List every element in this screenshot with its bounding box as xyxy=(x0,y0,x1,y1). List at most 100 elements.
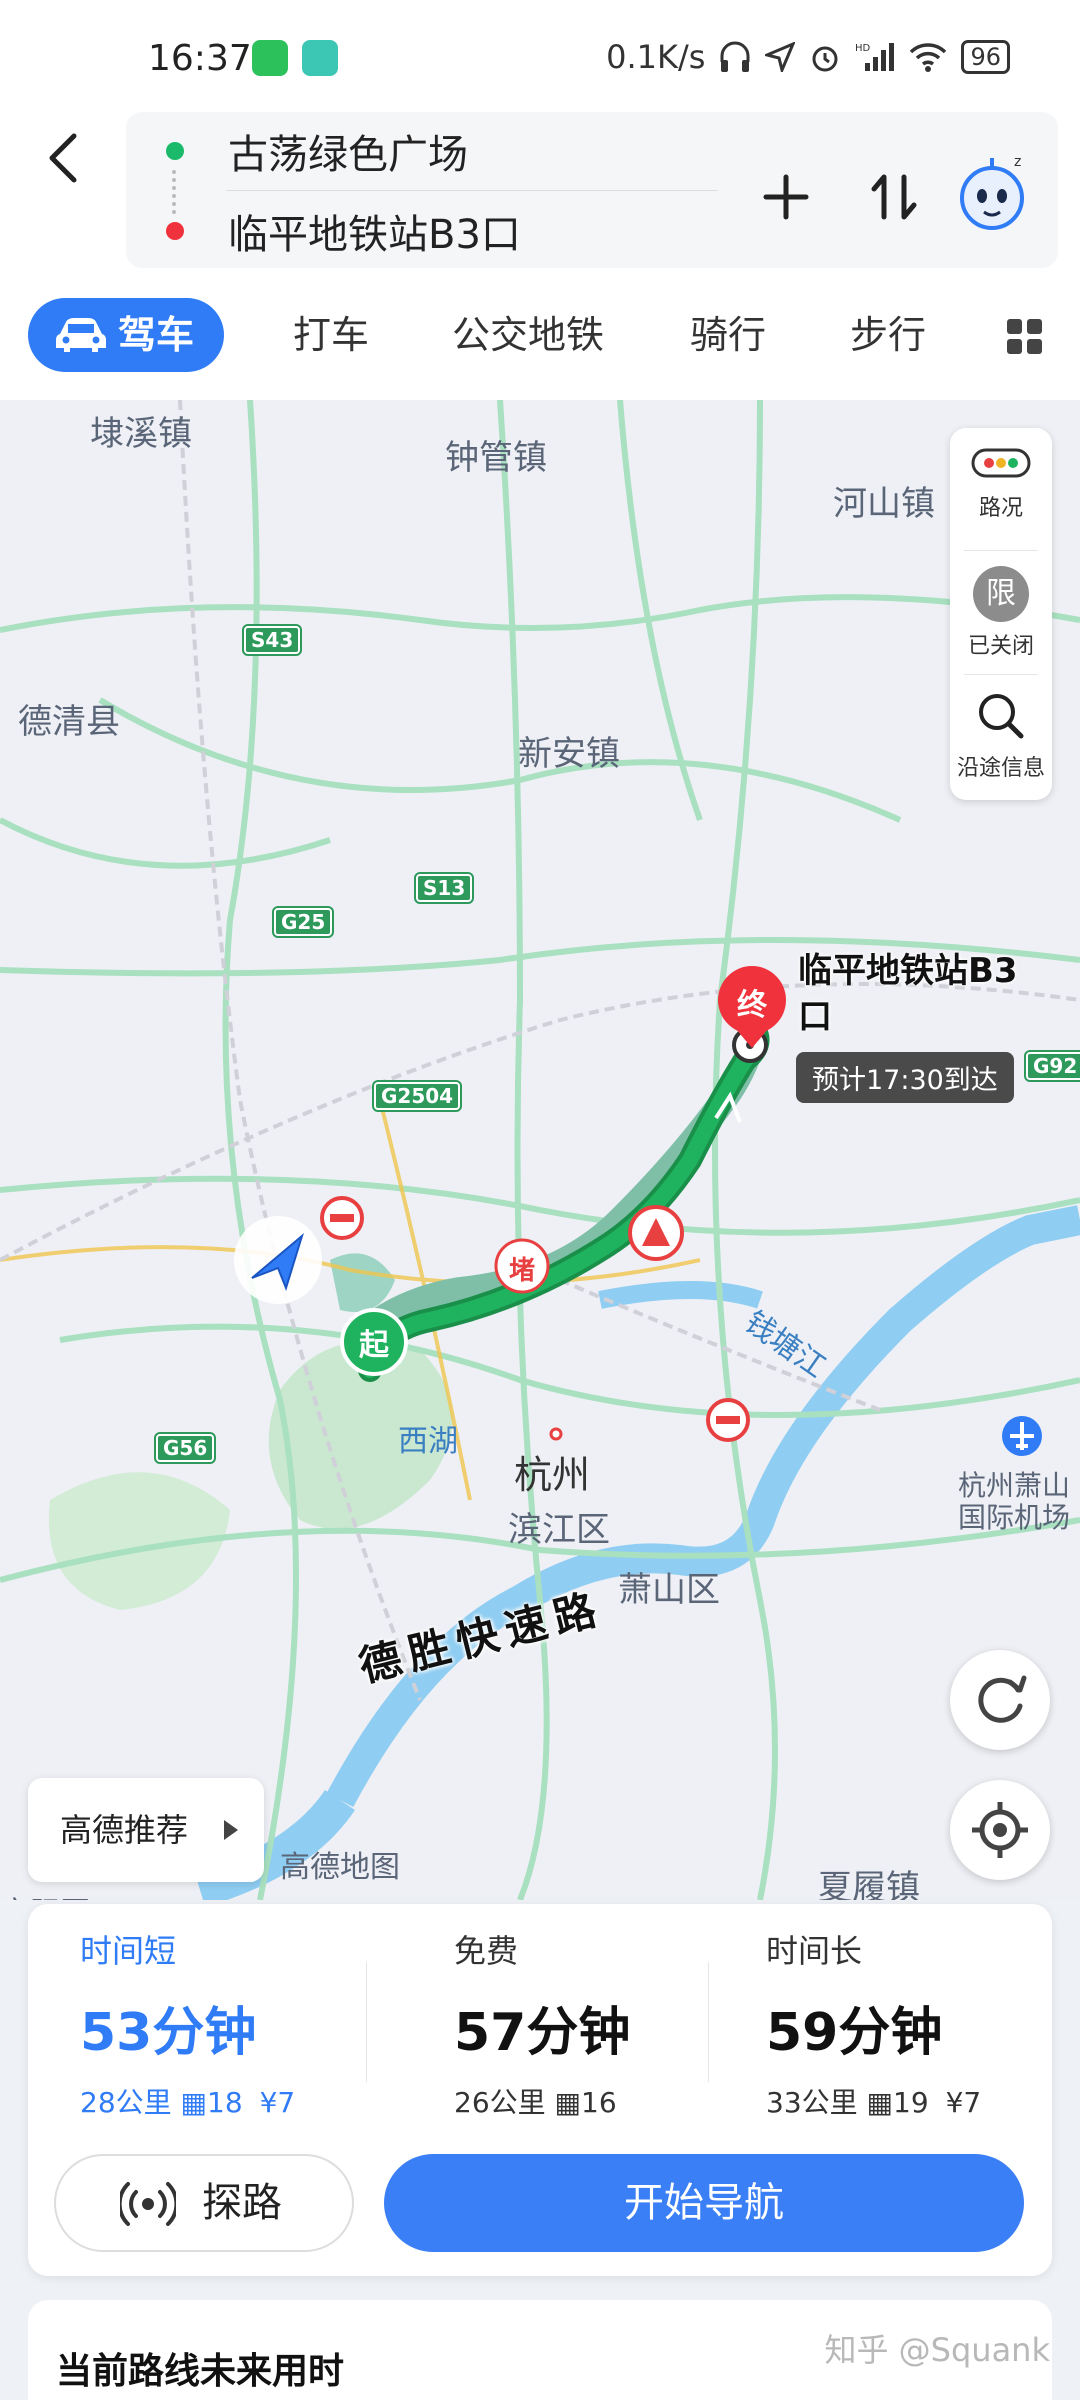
tab-drive[interactable]: 驾车 xyxy=(28,298,224,372)
recommend-button[interactable]: 高德推荐 xyxy=(28,1778,264,1882)
road-network xyxy=(0,400,1080,1900)
map-label: 夏履镇 xyxy=(818,1868,920,1900)
traffic-light-small-icon: ▦ xyxy=(866,2086,894,2119)
eta-badge: 预计17:30到达 xyxy=(796,1052,1014,1103)
traffic-light-icon xyxy=(971,448,1031,478)
map-attribution: 高德地图 xyxy=(280,1850,400,1885)
locate-icon xyxy=(972,1802,1028,1858)
back-icon[interactable] xyxy=(38,128,88,188)
tab-walking[interactable]: 步行 xyxy=(850,298,926,372)
route-option-free[interactable]: 免费 57分钟 26公里 ▦16 xyxy=(454,1926,774,2121)
destination-text: 临平地铁站B3口 xyxy=(228,212,521,258)
tab-cycling[interactable]: 骑行 xyxy=(690,298,766,372)
status-time: 16:37 xyxy=(148,38,252,79)
future-time-title: 当前路线未来用时 xyxy=(56,2351,345,2392)
map-label: 国际机场 xyxy=(958,1501,1071,1534)
restriction-label: 已关闭 xyxy=(967,634,1034,659)
play-icon xyxy=(224,1820,238,1840)
option-name: 时间长 xyxy=(766,1932,863,1970)
map-view[interactable]: 埭溪镇 钟管镇 河山镇 德清县 新安镇 西湖 杭州 滨江区 萧山区 钱塘江 杭州… xyxy=(0,400,1080,1900)
traffic-toggle[interactable]: 路况 xyxy=(950,448,1052,522)
highway-shield: S13 xyxy=(413,872,475,904)
wifi-icon xyxy=(910,43,947,72)
map-label: 埭溪镇 xyxy=(90,414,192,454)
river xyxy=(598,1281,763,1309)
map-label: 杭州 xyxy=(514,1453,591,1497)
recommend-label: 高德推荐 xyxy=(60,1811,189,1849)
option-distance: 26公里 xyxy=(454,2086,546,2119)
add-waypoint-icon[interactable] xyxy=(756,167,816,227)
svg-text:z: z xyxy=(1014,154,1021,170)
end-marker-label: 终 xyxy=(737,988,767,1023)
locate-button[interactable] xyxy=(950,1780,1050,1880)
option-toll: ¥7 xyxy=(945,2086,982,2119)
origin-field[interactable]: 古荡绿色广场 xyxy=(166,122,468,180)
broadcast-icon xyxy=(120,2182,176,2226)
along-route-button[interactable]: 沿途信息 xyxy=(950,690,1052,782)
congestion-label: 堵 xyxy=(508,1256,535,1286)
option-distance: 28公里 xyxy=(80,2086,172,2119)
map-canvas[interactable] xyxy=(0,400,1080,1900)
start-marker-label: 起 xyxy=(359,1328,389,1363)
route-options-card: 时间短 53分钟 28公里 ▦18 ¥7 免费 57分钟 26公里 ▦16 时间… xyxy=(28,1904,1052,2276)
map-label: 河山镇 xyxy=(833,484,935,524)
start-navigation-button[interactable]: 开始导航 xyxy=(384,2154,1024,2252)
tab-transit[interactable]: 公交地铁 xyxy=(452,298,604,372)
destination-map-label: 临平地铁站B3 口 xyxy=(798,948,1018,1040)
along-route-label: 沿途信息 xyxy=(956,756,1045,781)
search-icon xyxy=(979,694,1024,739)
tab-drive-label: 驾车 xyxy=(118,313,195,357)
traffic-light-small-icon: ▦ xyxy=(180,2086,208,2119)
explore-button[interactable]: 探路 xyxy=(54,2154,354,2252)
divider xyxy=(964,674,1038,675)
option-lights: 18 xyxy=(207,2086,243,2119)
option-distance: 33公里 xyxy=(766,2086,858,2119)
car-icon xyxy=(56,318,106,352)
highway-shield: S43 xyxy=(241,624,303,656)
map-label: 萧山区 xyxy=(618,1570,720,1610)
map-label: 德清县 xyxy=(18,702,120,742)
net-speed: 0.1K/s xyxy=(606,38,706,76)
explore-label: 探路 xyxy=(202,2180,282,2226)
traffic-light-small-icon: ▦ xyxy=(554,2086,582,2119)
option-name: 免费 xyxy=(454,1932,519,1970)
option-meta: 26公里 ▦16 xyxy=(454,2081,774,2121)
map-label: 新安镇 xyxy=(518,734,620,774)
refresh-icon xyxy=(978,1675,1027,1723)
option-name: 时间短 xyxy=(80,1932,177,1970)
option-meta: 33公里 ▦19 ¥7 xyxy=(766,2081,1080,2121)
highway-shield: G25 xyxy=(271,906,335,938)
assistant-icon[interactable]: z xyxy=(954,152,1030,236)
restriction-toggle[interactable]: 限 已关闭 xyxy=(950,566,1052,660)
divider xyxy=(366,1962,367,2082)
option-lights: 16 xyxy=(581,2086,617,2119)
route-option-longer[interactable]: 时间长 59分钟 33公里 ▦19 ¥7 xyxy=(766,1926,1080,2121)
alarm-icon xyxy=(812,46,838,72)
map-label: 钟管镇 xyxy=(445,438,547,478)
hd-signal-icon: HD xyxy=(855,43,895,71)
highway-shield: G2504 xyxy=(371,1080,463,1112)
city-center-dot xyxy=(549,1427,563,1441)
option-duration: 57分钟 xyxy=(454,2003,631,2063)
map-label: 滨江区 xyxy=(508,1510,610,1550)
more-modes-icon[interactable] xyxy=(1006,318,1044,356)
route-header: 古荡绿色广场 临平地铁站B3口 z xyxy=(0,100,1080,270)
origin-dot xyxy=(166,142,184,160)
headphones-icon xyxy=(720,41,750,72)
traffic-label: 路况 xyxy=(978,496,1023,521)
tab-taxi[interactable]: 打车 xyxy=(293,298,369,372)
watermark: 知乎 @Squank xyxy=(824,2331,1050,2369)
divider xyxy=(708,1962,709,2082)
route-option-fastest[interactable]: 时间短 53分钟 28公里 ▦18 ¥7 xyxy=(80,1926,400,2121)
destination-label-line: 临平地铁站B3 xyxy=(798,951,1018,991)
highway-shield: G92 xyxy=(1023,1050,1080,1082)
highway-shield: G56 xyxy=(153,1432,217,1464)
origin-destination-box: 古荡绿色广场 临平地铁站B3口 z xyxy=(126,112,1058,268)
destination-field[interactable]: 临平地铁站B3口 xyxy=(166,202,521,260)
map-tools-panel: 路况 限 已关闭 沿途信息 xyxy=(950,428,1052,800)
refresh-button[interactable] xyxy=(950,1650,1050,1750)
map-label: 西湖 xyxy=(398,1424,458,1459)
main-route xyxy=(362,1012,766,1378)
swap-icon[interactable] xyxy=(864,167,924,227)
option-toll: ¥7 xyxy=(259,2086,296,2119)
